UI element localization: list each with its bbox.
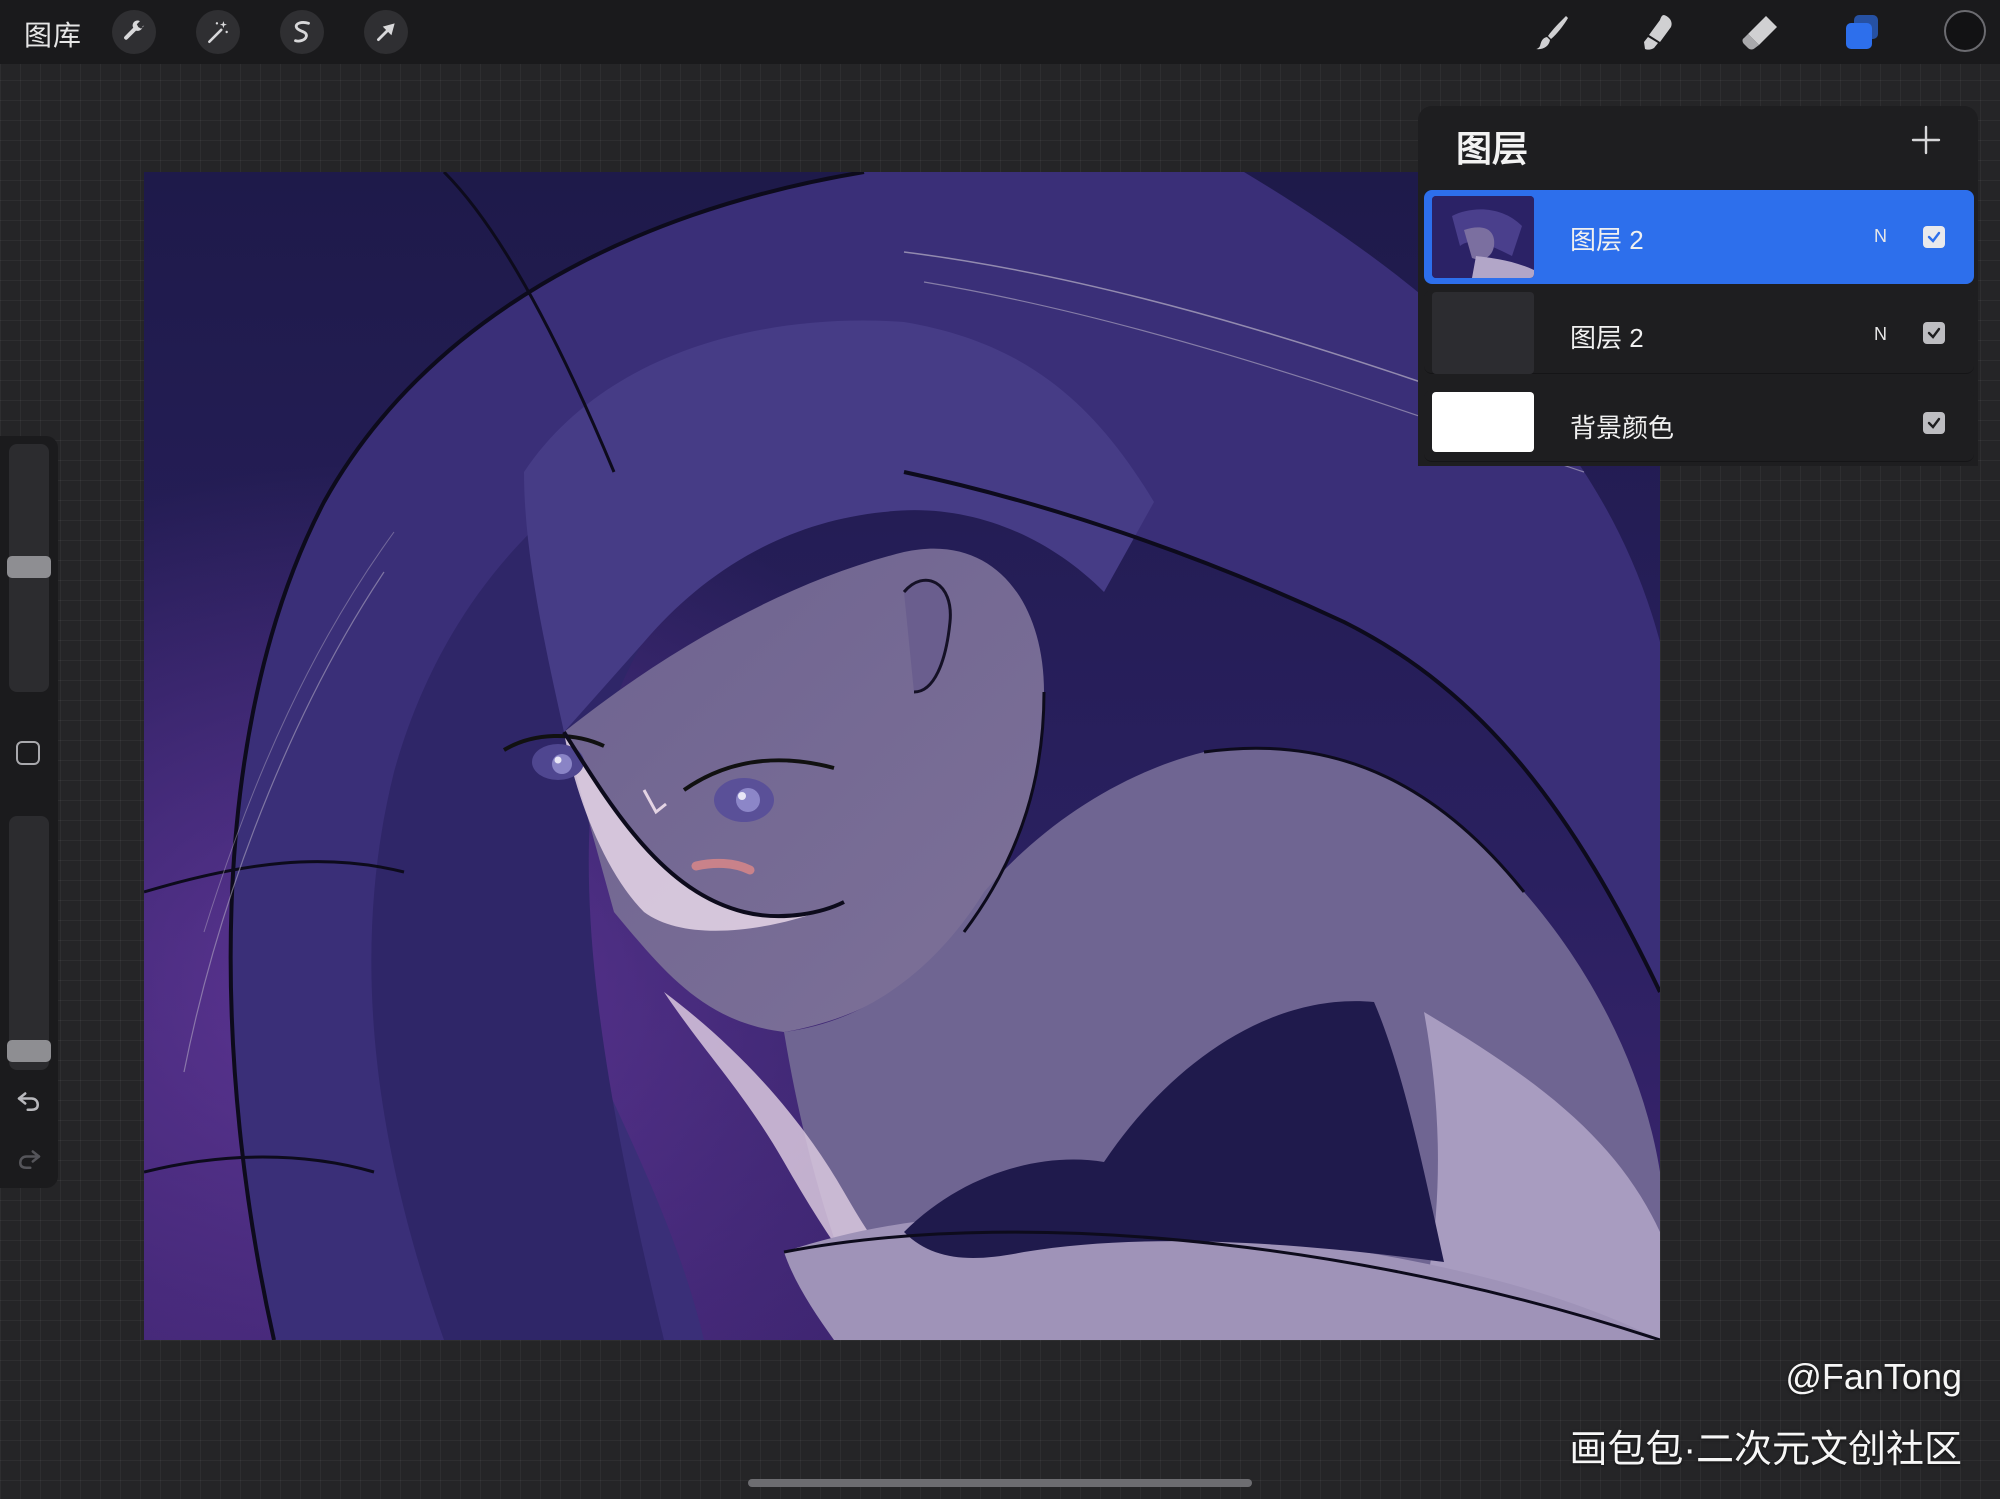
brush-tool[interactable] — [1530, 10, 1574, 54]
top-toolbar: 图库 — [0, 0, 2000, 64]
redo-icon[interactable] — [14, 1144, 44, 1174]
brush-icon — [1536, 16, 1568, 50]
add-layer-button[interactable] — [1904, 118, 1948, 162]
actions-button[interactable] — [112, 10, 156, 54]
layers-panel: 图层 图层 2 N 图层 2 N 背景颜色 — [1418, 106, 1978, 466]
smudge-tool[interactable] — [1634, 10, 1678, 54]
layers-tool[interactable] — [1840, 10, 1884, 54]
magic-wand-icon — [208, 21, 228, 44]
transform-arrow-icon — [377, 23, 395, 41]
layer-thumbnail — [1432, 292, 1534, 374]
adjustments-button[interactable] — [196, 10, 240, 54]
transform-button[interactable] — [364, 10, 408, 54]
layer-thumbnail — [1432, 196, 1534, 278]
gallery-button[interactable]: 图库 — [24, 14, 82, 54]
brush-size-thumb[interactable] — [7, 556, 51, 578]
smudge-icon — [1644, 15, 1672, 50]
layer-name: 图层 2 — [1570, 323, 1644, 353]
selection-button[interactable] — [280, 10, 324, 54]
layer-row-1[interactable]: 图层 2 N — [1424, 190, 1974, 284]
layer-name: 图层 2 — [1570, 225, 1644, 255]
plus-icon — [1911, 125, 1941, 155]
layer-visibility-checkbox[interactable] — [1923, 412, 1945, 434]
checkmark-icon — [1927, 231, 1941, 243]
home-indicator[interactable] — [748, 1479, 1252, 1487]
layer-row-2[interactable]: 图层 2 N — [1424, 290, 1974, 374]
layer-visibility-checkbox[interactable] — [1923, 322, 1945, 344]
layer-visibility-checkbox[interactable] — [1923, 226, 1945, 248]
modify-button[interactable] — [16, 741, 40, 765]
opacity-thumb[interactable] — [7, 1040, 51, 1062]
layers-panel-title: 图层 — [1456, 128, 1529, 169]
wrench-icon — [124, 20, 145, 40]
blend-mode-button[interactable]: N — [1874, 226, 1887, 247]
layer-row-background[interactable]: 背景颜色 — [1424, 390, 1974, 462]
checkmark-icon — [1927, 327, 1941, 339]
undo-icon[interactable] — [14, 1086, 44, 1116]
layer-name: 背景颜色 — [1570, 413, 1675, 443]
opacity-slider[interactable] — [9, 816, 49, 1070]
watermark-site: 画包包·二次元文创社区 — [1569, 1429, 1962, 1471]
sidebar — [0, 436, 58, 1188]
eraser-tool[interactable] — [1738, 10, 1782, 54]
background-color-swatch — [1432, 392, 1534, 452]
layers-icon — [1846, 15, 1878, 49]
watermark-handle: @FanTong — [1785, 1356, 1962, 1397]
blend-mode-button[interactable]: N — [1874, 324, 1887, 345]
eraser-icon — [1742, 16, 1777, 50]
checkmark-icon — [1927, 417, 1941, 429]
selection-icon — [294, 21, 310, 43]
color-picker[interactable] — [1944, 10, 1986, 52]
